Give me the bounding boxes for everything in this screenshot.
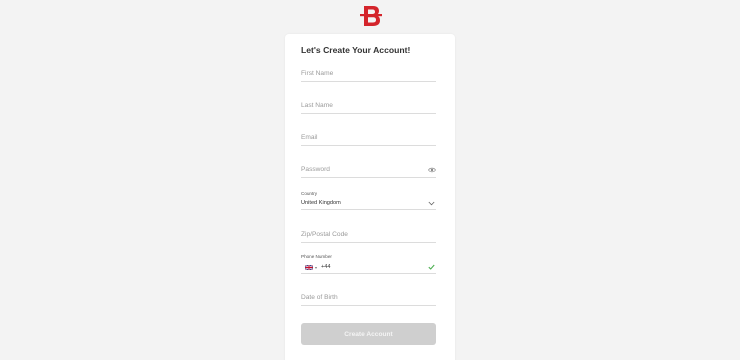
eye-icon[interactable] xyxy=(428,167,436,173)
password-placeholder: Password xyxy=(301,166,330,173)
first-name-placeholder: First Name xyxy=(301,70,334,77)
brand-logo-icon xyxy=(360,6,382,26)
signup-card: Let's Create Your Account! First Name La… xyxy=(285,34,455,360)
dob-placeholder: Date of Birth xyxy=(301,294,338,301)
brand-logo[interactable] xyxy=(359,3,383,29)
zip-placeholder: Zip/Postal Code xyxy=(301,231,348,238)
phone-label: Phone Number xyxy=(301,254,332,259)
form-title: Let's Create Your Account! xyxy=(301,45,411,55)
country-value: United Kingdom xyxy=(301,200,341,206)
country-select[interactable]: Country United Kingdom xyxy=(301,191,436,210)
first-name-field[interactable]: First Name xyxy=(301,68,436,82)
last-name-field[interactable]: Last Name xyxy=(301,100,436,114)
last-name-placeholder: Last Name xyxy=(301,102,333,109)
zip-field[interactable]: Zip/Postal Code xyxy=(301,229,436,243)
dob-field[interactable]: Date of Birth xyxy=(301,292,436,306)
phone-field[interactable]: Phone Number ▾ +44 xyxy=(301,254,436,274)
uk-flag-icon[interactable] xyxy=(305,265,313,270)
password-field[interactable]: Password xyxy=(301,164,436,178)
country-label: Country xyxy=(301,191,318,196)
email-field[interactable]: Email xyxy=(301,132,436,146)
email-placeholder: Email xyxy=(301,134,318,141)
chevron-down-icon[interactable] xyxy=(428,201,435,206)
check-icon xyxy=(428,264,435,270)
dial-code-caret[interactable]: ▾ xyxy=(315,265,317,270)
create-account-button[interactable]: Create Account xyxy=(301,323,436,345)
phone-dial-code: +44 xyxy=(321,264,331,270)
